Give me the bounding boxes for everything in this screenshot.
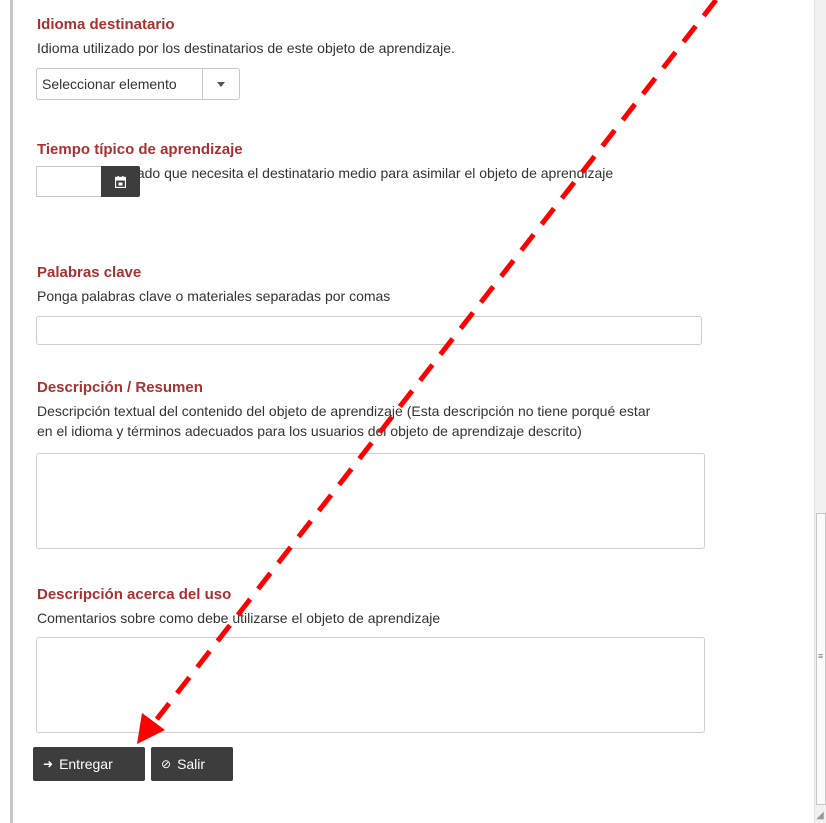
usage-section: Descripción acerca del uso Comentarios s… [37,586,440,628]
resize-grip-icon[interactable]: ◢ [814,808,826,823]
target-language-description: Idioma utilizado por los destinatarios d… [37,40,455,56]
exit-button-label: Salir [177,756,206,772]
left-border [10,0,13,823]
ban-icon: ⊘ [161,757,172,771]
usage-label: Descripción acerca del uso [37,586,232,603]
calendar-icon [115,175,126,188]
chevron-down-icon [217,81,225,87]
learning-time-input[interactable] [36,166,101,197]
target-language-select-value: Seleccionar elemento [42,76,177,92]
calendar-button[interactable] [101,166,140,197]
summary-description-line1: Descripción textual del contenido del ob… [37,403,651,419]
keywords-section: Palabras clave Ponga palabras clave o ma… [37,264,390,306]
summary-label: Descripción / Resumen [37,379,203,396]
usage-textarea[interactable] [36,637,705,733]
learning-time-label: Tiempo típico de aprendizaje [37,141,243,158]
target-language-section: Idioma destinatario Idioma utilizado por… [37,16,455,58]
submit-button-label: Entregar [59,756,113,772]
dropdown-toggle[interactable] [202,69,239,99]
target-language-label: Idioma destinatario [37,16,175,33]
keywords-description: Ponga palabras clave o materiales separa… [37,288,391,304]
keywords-label: Palabras clave [37,264,142,281]
keywords-input[interactable] [36,316,702,345]
submit-button[interactable]: ➜ Entregar [33,747,145,781]
summary-description-line2: en el idioma y términos adecuados para l… [37,423,582,439]
scrollbar-grip-icon: ≡ [818,651,824,661]
usage-description: Comentarios sobre como debe utilizarse e… [37,610,441,626]
exit-button[interactable]: ⊘ Salir [151,747,233,781]
summary-textarea[interactable] [36,453,705,549]
arrow-right-icon: ➜ [43,757,54,771]
target-language-select[interactable]: Seleccionar elemento [36,68,240,100]
summary-section: Descripción / Resumen Descripción textua… [37,379,650,441]
